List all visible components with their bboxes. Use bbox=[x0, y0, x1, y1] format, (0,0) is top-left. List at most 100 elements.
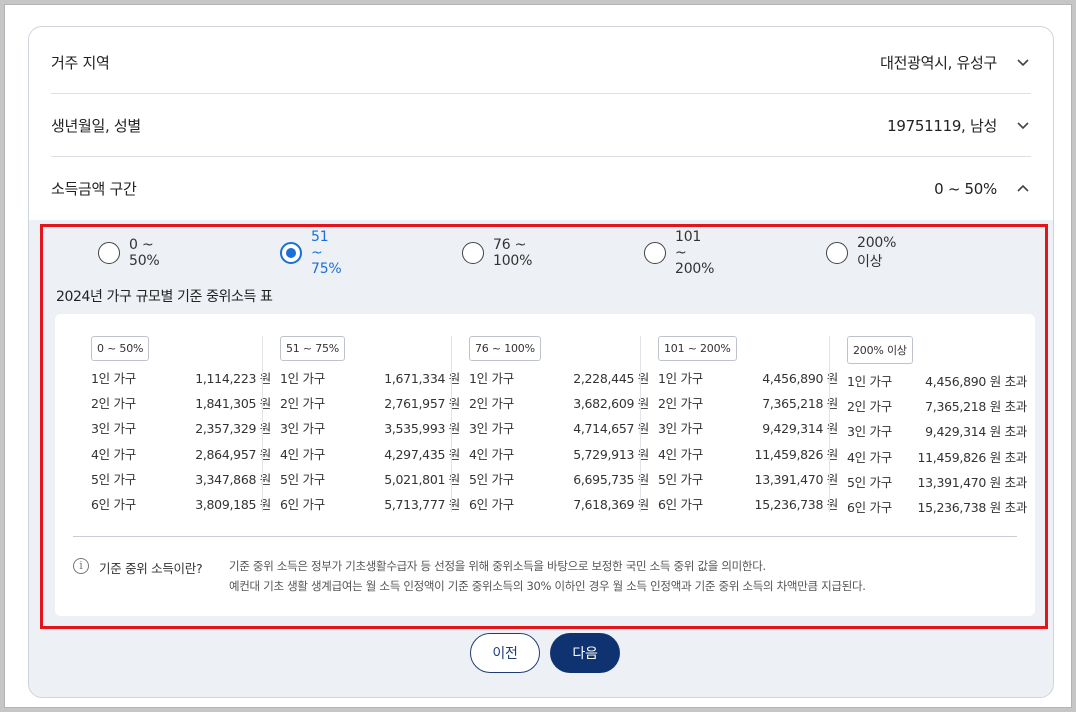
income-row: 1인 가구 1,114,223 원 bbox=[91, 365, 271, 390]
accordion-income-range[interactable]: 소득금액 구간 0 ~ 50% bbox=[51, 157, 1031, 220]
income-row: 4인 가구 11,459,826 원 초과 bbox=[847, 444, 1027, 469]
household-size: 3인 가구 bbox=[280, 421, 325, 437]
income-row: 3인 가구 2,357,329 원 bbox=[91, 415, 271, 440]
radio-circle[interactable] bbox=[462, 242, 484, 264]
income-amount: 2,228,445 원 bbox=[573, 371, 649, 387]
table-title: 2024년 가구 규모별 기준 중위소득 표 bbox=[56, 289, 273, 305]
accordion-label: 소득금액 구간 bbox=[51, 180, 137, 198]
income-column: 51 ~ 75% 1인 가구 1,671,334 원 2인 가구 2,761,957 원… bbox=[280, 336, 460, 516]
income-amount: 4,456,890 원 초과 bbox=[925, 374, 1027, 390]
income-amount: 4,456,890 원 bbox=[762, 371, 838, 387]
household-size: 2인 가구 bbox=[658, 396, 703, 412]
household-size: 1인 가구 bbox=[847, 374, 892, 390]
household-size: 1인 가구 bbox=[91, 371, 136, 387]
info-line: 기준 중위 소득은 정부가 기초생활수급자 등 선정을 위해 중위소득을 바탕으… bbox=[229, 559, 766, 573]
form-card: 거주 지역 대전광역시, 유성구 생년월일, 성별 19751119, 남성 소… bbox=[28, 26, 1054, 698]
income-amount: 1,841,305 원 bbox=[195, 396, 271, 412]
income-row: 2인 가구 2,761,957 원 bbox=[280, 390, 460, 415]
income-rows: 1인 가구 1,114,223 원 2인 가구 1,841,305 원 3인 가구 2,3… bbox=[91, 365, 271, 516]
prev-button[interactable]: 이전 bbox=[470, 633, 540, 673]
income-amount: 13,391,470 원 bbox=[754, 471, 839, 487]
accordion-residence[interactable]: 거주 지역 대전광역시, 유성구 bbox=[51, 31, 1031, 94]
income-rows: 1인 가구 4,456,890 원 2인 가구 7,365,218 원 3인 가구 9,4… bbox=[658, 365, 838, 516]
radio-200-plus[interactable]: 200% 이상 bbox=[826, 235, 896, 270]
income-amount: 9,429,314 원 초과 bbox=[925, 424, 1027, 440]
accordion-value: 19751119, 남성 bbox=[887, 116, 997, 135]
income-row: 3인 가구 4,714,657 원 bbox=[469, 415, 649, 440]
info-icon: i bbox=[73, 558, 89, 574]
chevron-down-icon[interactable] bbox=[1015, 54, 1031, 70]
income-row: 2인 가구 1,841,305 원 bbox=[91, 390, 271, 415]
income-row: 6인 가구 7,618,369 원 bbox=[469, 491, 649, 516]
column-divider bbox=[451, 336, 452, 512]
income-row: 1인 가구 2,228,445 원 bbox=[469, 365, 649, 390]
column-divider bbox=[829, 336, 830, 512]
income-amount: 4,297,435 원 bbox=[384, 446, 460, 462]
radio-circle[interactable] bbox=[280, 242, 302, 264]
income-row: 2인 가구 3,682,609 원 bbox=[469, 390, 649, 415]
income-row: 5인 가구 6,695,735 원 bbox=[469, 466, 649, 491]
income-row: 5인 가구 13,391,470 원 초과 bbox=[847, 469, 1027, 494]
radio-circle[interactable] bbox=[826, 242, 848, 264]
income-amount: 1,671,334 원 bbox=[384, 371, 460, 387]
window-frame: 거주 지역 대전광역시, 유성구 생년월일, 성별 19751119, 남성 소… bbox=[4, 4, 1072, 708]
income-column: 76 ~ 100% 1인 가구 2,228,445 원 2인 가구 3,682,609 … bbox=[469, 336, 649, 516]
accordion-right: 대전광역시, 유성구 bbox=[880, 52, 1031, 73]
income-amount: 9,429,314 원 bbox=[762, 421, 838, 437]
income-row: 1인 가구 4,456,890 원 bbox=[658, 365, 838, 390]
income-amount: 5,729,913 원 bbox=[573, 446, 649, 462]
radio-circle[interactable] bbox=[644, 242, 666, 264]
accordion-value: 대전광역시, 유성구 bbox=[880, 53, 997, 72]
accordion-label: 거주 지역 bbox=[51, 53, 110, 72]
household-size: 5인 가구 bbox=[469, 471, 514, 487]
income-amount: 7,365,218 원 bbox=[762, 396, 838, 412]
household-size: 3인 가구 bbox=[91, 421, 136, 437]
chevron-down-icon[interactable] bbox=[1015, 117, 1031, 133]
chevron-up-icon[interactable] bbox=[1015, 181, 1031, 197]
income-row: 5인 가구 5,021,801 원 bbox=[280, 466, 460, 491]
income-rows: 1인 가구 1,671,334 원 2인 가구 2,761,957 원 3인 가구 3,5… bbox=[280, 365, 460, 516]
radio-label: 0 ~ 50% bbox=[129, 237, 160, 269]
household-size: 6인 가구 bbox=[847, 500, 892, 516]
next-button[interactable]: 다음 bbox=[550, 633, 620, 673]
income-row: 4인 가구 11,459,826 원 bbox=[658, 441, 838, 466]
income-amount: 11,459,826 원 bbox=[754, 446, 839, 462]
household-size: 2인 가구 bbox=[91, 396, 136, 412]
income-row: 5인 가구 13,391,470 원 bbox=[658, 466, 838, 491]
radio-label: 76 ~ 100% bbox=[493, 237, 533, 269]
accordion-right: 19751119, 남성 bbox=[887, 115, 1031, 136]
radio-0-50[interactable]: 0 ~ 50% bbox=[98, 237, 160, 269]
radio-76-100[interactable]: 76 ~ 100% bbox=[462, 237, 533, 269]
household-size: 5인 가구 bbox=[91, 471, 136, 487]
income-row: 3인 가구 3,535,993 원 bbox=[280, 415, 460, 440]
income-amount: 3,347,868 원 bbox=[195, 471, 271, 487]
range-badge: 51 ~ 75% bbox=[280, 336, 346, 361]
income-range-panel: 0 ~ 50% 51 ~ 75% 76 ~ 100% 101 ~ 200% 20… bbox=[40, 224, 1048, 629]
household-size: 1인 가구 bbox=[658, 371, 703, 387]
radio-circle[interactable] bbox=[98, 242, 120, 264]
income-amount: 3,809,185 원 bbox=[195, 497, 271, 513]
income-row: 4인 가구 2,864,957 원 bbox=[91, 441, 271, 466]
radio-51-75[interactable]: 51 ~ 75% bbox=[280, 229, 342, 277]
household-size: 6인 가구 bbox=[280, 497, 325, 513]
income-amount: 2,357,329 원 bbox=[195, 421, 271, 437]
radio-101-200[interactable]: 101 ~ 200% bbox=[644, 229, 714, 277]
household-size: 5인 가구 bbox=[280, 471, 325, 487]
info-description: 기준 중위 소득은 정부가 기초생활수급자 등 선정을 위해 중위소득을 바탕으… bbox=[229, 556, 866, 596]
accordion-birth-gender[interactable]: 생년월일, 성별 19751119, 남성 bbox=[51, 94, 1031, 157]
income-row: 6인 가구 5,713,777 원 bbox=[280, 491, 460, 516]
income-row: 2인 가구 7,365,218 원 초과 bbox=[847, 393, 1027, 418]
income-amount: 2,761,957 원 bbox=[384, 396, 460, 412]
income-amount: 15,236,738 원 bbox=[754, 497, 839, 513]
info-title: 기준 중위 소득이란? bbox=[99, 561, 203, 576]
income-amount: 1,114,223 원 bbox=[195, 371, 271, 387]
income-row: 3인 가구 9,429,314 원 bbox=[658, 415, 838, 440]
range-badge: 101 ~ 200% bbox=[658, 336, 737, 361]
household-size: 1인 가구 bbox=[280, 371, 325, 387]
info-line: 예컨대 기초 생활 생계급여는 월 소득 인정액이 기준 중위소득의 30% 이… bbox=[229, 579, 866, 593]
household-size: 6인 가구 bbox=[91, 497, 136, 513]
income-row: 2인 가구 7,365,218 원 bbox=[658, 390, 838, 415]
income-amount: 7,365,218 원 초과 bbox=[925, 399, 1027, 415]
household-size: 3인 가구 bbox=[658, 421, 703, 437]
range-badge: 0 ~ 50% bbox=[91, 336, 150, 361]
